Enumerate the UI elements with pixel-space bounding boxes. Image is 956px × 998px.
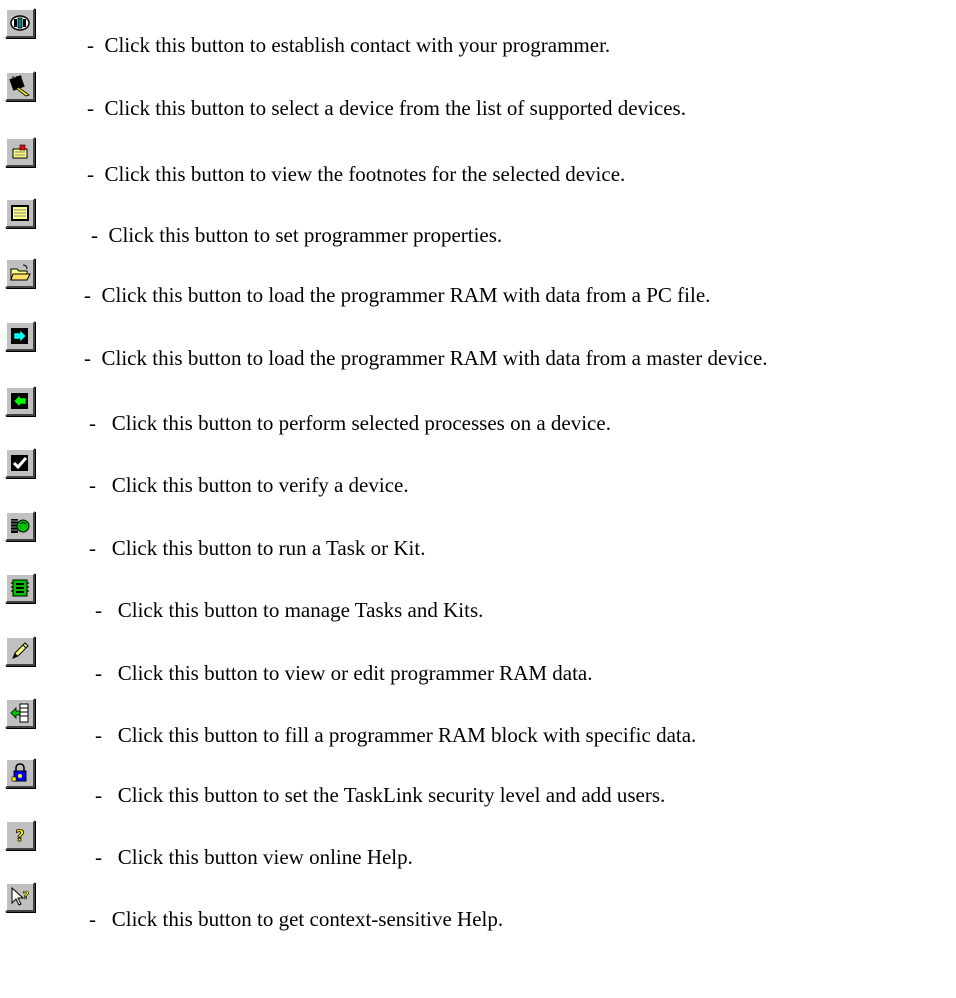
security-button[interactable] (5, 758, 35, 788)
edit-pencil-icon (12, 642, 29, 659)
programmer-properties-icon (11, 205, 29, 221)
legend-row-select-device: - Click this button to select a device f… (0, 71, 956, 131)
legend-text: - Click this button to load the programm… (84, 346, 768, 370)
verify-checkmark-icon (11, 455, 28, 471)
legend-text: - Click this button to perform selected … (89, 411, 611, 435)
legend-row-security: - Click this button to set the TaskLink … (0, 758, 956, 818)
help-icon: ? (15, 826, 25, 846)
legend-text: - Click this button to view the footnote… (87, 162, 626, 186)
open-file-button[interactable] (5, 258, 35, 288)
legend-text: - Click this button to set programmer pr… (91, 223, 503, 247)
manage-tasks-icon (11, 579, 29, 597)
svg-text:?: ? (23, 889, 29, 902)
legend-row-connect: - Click this button to establish contact… (0, 8, 956, 68)
legend-row-verify: - Click this button to verify a device. (0, 448, 956, 508)
legend-row-load-from-master: - Click this button to load the programm… (0, 321, 956, 381)
legend-text: - Click this button to select a device f… (87, 96, 686, 120)
legend-text: - Click this button to fill a programmer… (95, 723, 697, 747)
context-help-button[interactable]: ? (5, 882, 35, 912)
legend-text: - Click this button view online Help. (95, 845, 413, 869)
load-from-master-icon (11, 328, 28, 344)
legend-text: - Click this button to view or edit prog… (95, 661, 593, 685)
legend-row-online-help: ? - Click this button view online Help. (0, 820, 956, 880)
legend-row-programmer-properties: - Click this button to set programmer pr… (0, 198, 956, 258)
fill-block-icon (10, 703, 29, 723)
select-device-icon (9, 75, 30, 97)
legend-text: - Click this button to load the programm… (84, 283, 711, 307)
svg-text:?: ? (15, 826, 24, 845)
online-help-button[interactable]: ? (5, 820, 35, 850)
legend-text: - Click this button to set the TaskLink … (95, 783, 666, 807)
select-device-button[interactable] (5, 71, 35, 101)
legend-row-open-file: - Click this button to load the programm… (0, 258, 956, 318)
program-device-button[interactable] (5, 386, 35, 416)
connect-icon (10, 15, 30, 31)
legend-row-edit-data: - Click this button to view or edit prog… (0, 636, 956, 696)
footnotes-button[interactable] (5, 137, 35, 167)
fill-block-button[interactable] (5, 698, 35, 728)
legend-row-manage-tasks: - Click this button to manage Tasks and … (0, 573, 956, 633)
legend-row-run-task: - Click this button to run a Task or Kit… (0, 511, 956, 571)
legend-text: - Click this button to run a Task or Kit… (89, 536, 426, 560)
programmer-properties-button[interactable] (5, 198, 35, 228)
context-help-icon: ? (11, 886, 29, 906)
connect-button[interactable] (5, 8, 35, 38)
program-device-icon (11, 393, 28, 409)
footnotes-icon (12, 144, 28, 159)
legend-row-context-help: ? - Click this button to get context-sen… (0, 882, 956, 942)
security-icon (11, 763, 27, 782)
legend-text: - Click this button to verify a device. (89, 473, 409, 497)
edit-data-button[interactable] (5, 636, 35, 666)
manage-tasks-button[interactable] (5, 573, 35, 603)
run-task-icon (11, 519, 30, 533)
run-task-button[interactable] (5, 511, 35, 541)
legend-text: - Click this button to get context-sensi… (89, 907, 504, 931)
open-folder-icon (10, 264, 31, 281)
legend-text: - Click this button to manage Tasks and … (95, 598, 484, 622)
legend-row-fill-block: - Click this button to fill a programmer… (0, 698, 956, 758)
verify-button[interactable] (5, 448, 35, 478)
load-from-master-button[interactable] (5, 321, 35, 351)
legend-row-footnotes: - Click this button to view the footnote… (0, 137, 956, 197)
legend-row-program-device: - Click this button to perform selected … (0, 386, 956, 446)
legend-text: - Click this button to establish contact… (87, 33, 611, 57)
